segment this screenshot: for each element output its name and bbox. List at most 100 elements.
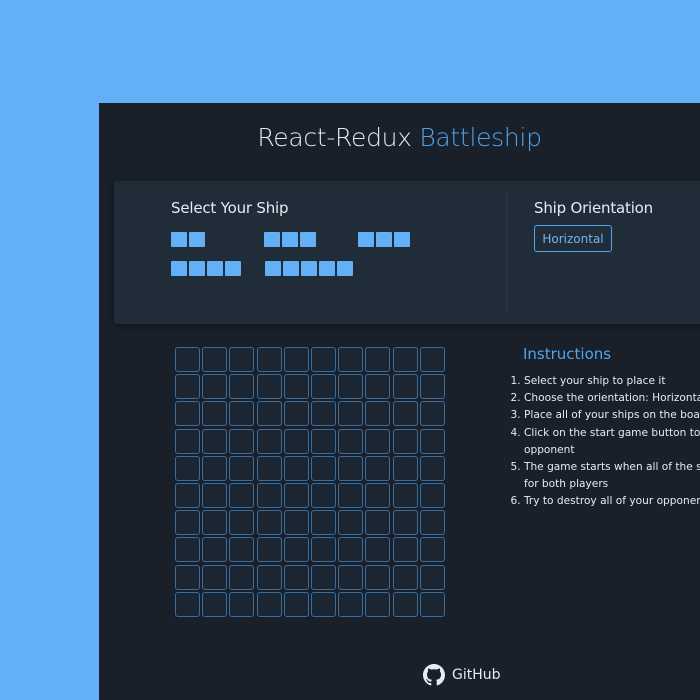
board-cell[interactable] <box>338 428 364 454</box>
board-cell[interactable] <box>419 482 445 508</box>
board-cell[interactable] <box>419 510 445 536</box>
board-cell[interactable] <box>256 401 282 427</box>
board-cell[interactable] <box>202 591 228 617</box>
ship-length-2[interactable] <box>171 232 205 247</box>
board-cell[interactable] <box>256 510 282 536</box>
board-cell[interactable] <box>175 428 200 454</box>
board-cell[interactable] <box>310 591 336 617</box>
board-cell[interactable] <box>229 591 255 617</box>
board-cell[interactable] <box>256 374 282 400</box>
board-cell[interactable] <box>202 564 228 590</box>
board-cell[interactable] <box>175 455 200 481</box>
board-cell[interactable] <box>338 401 364 427</box>
board-cell[interactable] <box>283 537 309 563</box>
board-cell[interactable] <box>229 455 255 481</box>
board-cell[interactable] <box>202 455 228 481</box>
board-cell[interactable] <box>229 428 255 454</box>
board-cell[interactable] <box>283 455 309 481</box>
board-cell[interactable] <box>202 374 228 400</box>
board-cell[interactable] <box>256 347 282 372</box>
board-cell[interactable] <box>175 510 200 536</box>
board-cell[interactable] <box>392 374 418 400</box>
board-cell[interactable] <box>256 455 282 481</box>
board-cell[interactable] <box>175 482 200 508</box>
board-cell[interactable] <box>229 510 255 536</box>
board-cell[interactable] <box>419 347 445 372</box>
ship-length-5[interactable] <box>265 261 353 276</box>
board-cell[interactable] <box>338 455 364 481</box>
board-cell[interactable] <box>310 482 336 508</box>
board-cell[interactable] <box>283 401 309 427</box>
board-cell[interactable] <box>310 428 336 454</box>
board-cell[interactable] <box>419 374 445 400</box>
board-cell[interactable] <box>310 564 336 590</box>
board-cell[interactable] <box>229 401 255 427</box>
board-cell[interactable] <box>283 428 309 454</box>
board-cell[interactable] <box>202 401 228 427</box>
board-cell[interactable] <box>310 455 336 481</box>
board-cell[interactable] <box>365 482 391 508</box>
board-cell[interactable] <box>338 537 364 563</box>
board-cell[interactable] <box>310 347 336 372</box>
board-cell[interactable] <box>365 591 391 617</box>
board-cell[interactable] <box>175 564 200 590</box>
board-cell[interactable] <box>338 482 364 508</box>
board-cell[interactable] <box>419 401 445 427</box>
board-cell[interactable] <box>283 374 309 400</box>
ship-length-3-a[interactable] <box>264 232 316 247</box>
board-cell[interactable] <box>175 374 200 400</box>
board-cell[interactable] <box>256 482 282 508</box>
board-cell[interactable] <box>256 591 282 617</box>
ship-length-3-b[interactable] <box>358 232 410 247</box>
board-cell[interactable] <box>202 428 228 454</box>
board-cell[interactable] <box>175 537 200 563</box>
board-cell[interactable] <box>365 564 391 590</box>
board-cell[interactable] <box>310 401 336 427</box>
board-cell[interactable] <box>365 537 391 563</box>
board-cell[interactable] <box>419 537 445 563</box>
board-cell[interactable] <box>229 537 255 563</box>
board-cell[interactable] <box>392 564 418 590</box>
board-cell[interactable] <box>229 374 255 400</box>
board-cell[interactable] <box>175 591 200 617</box>
board-cell[interactable] <box>338 347 364 372</box>
board-cell[interactable] <box>256 537 282 563</box>
board-cell[interactable] <box>283 347 309 372</box>
board-cell[interactable] <box>365 347 391 372</box>
board-cell[interactable] <box>338 564 364 590</box>
ship-length-4[interactable] <box>171 261 241 276</box>
board-cell[interactable] <box>310 374 336 400</box>
board-cell[interactable] <box>419 428 445 454</box>
board-cell[interactable] <box>392 482 418 508</box>
board-cell[interactable] <box>365 455 391 481</box>
github-link[interactable]: GitHub <box>423 664 501 686</box>
board-cell[interactable] <box>202 482 228 508</box>
board-cell[interactable] <box>338 510 364 536</box>
board-cell[interactable] <box>365 510 391 536</box>
board-cell[interactable] <box>283 591 309 617</box>
board-cell[interactable] <box>175 401 200 427</box>
orientation-toggle-button[interactable]: Horizontal <box>534 225 612 252</box>
board-cell[interactable] <box>283 482 309 508</box>
board-cell[interactable] <box>283 510 309 536</box>
board-cell[interactable] <box>310 510 336 536</box>
board-cell[interactable] <box>365 401 391 427</box>
board-cell[interactable] <box>310 537 336 563</box>
board-cell[interactable] <box>392 428 418 454</box>
board-cell[interactable] <box>338 591 364 617</box>
board-cell[interactable] <box>392 537 418 563</box>
board-cell[interactable] <box>392 347 418 372</box>
board-cell[interactable] <box>419 591 445 617</box>
board-cell[interactable] <box>419 564 445 590</box>
board-cell[interactable] <box>338 374 364 400</box>
board-cell[interactable] <box>392 510 418 536</box>
board-cell[interactable] <box>202 510 228 536</box>
board-cell[interactable] <box>175 347 200 372</box>
board-cell[interactable] <box>229 482 255 508</box>
board-cell[interactable] <box>392 401 418 427</box>
board-cell[interactable] <box>202 347 228 372</box>
board-cell[interactable] <box>202 537 228 563</box>
board-cell[interactable] <box>256 428 282 454</box>
board-cell[interactable] <box>283 564 309 590</box>
board-cell[interactable] <box>229 347 255 372</box>
